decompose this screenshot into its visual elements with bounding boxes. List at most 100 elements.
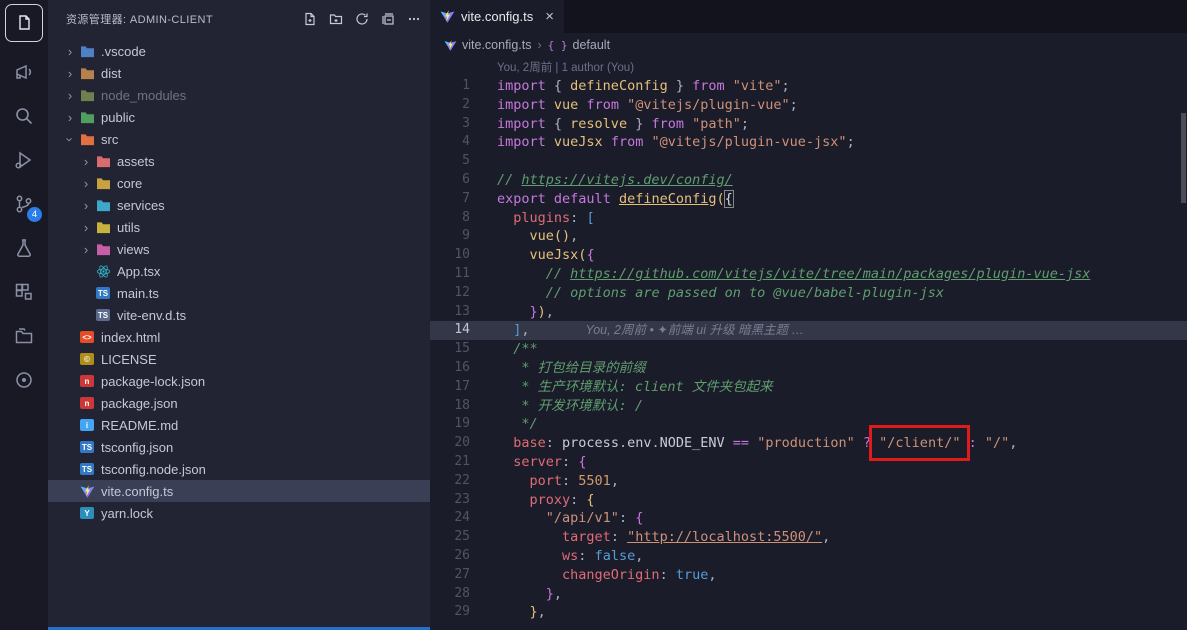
tree-item-vite.config.ts[interactable]: vite.config.ts — [48, 480, 430, 502]
code-line-17[interactable]: 17 * 生产环境默认: client 文件夹包起来 — [430, 378, 1187, 397]
tree-item-views[interactable]: ›views — [48, 238, 430, 260]
gitlens-authors[interactable]: You, 2周前 | 1 author (You) — [430, 59, 1187, 77]
code-line-18[interactable]: 18 * 开发环境默认: / — [430, 397, 1187, 416]
line-content: }), — [497, 303, 554, 322]
collapse-all-icon[interactable] — [380, 11, 396, 27]
new-file-icon[interactable] — [302, 11, 318, 27]
tree-item-services[interactable]: ›services — [48, 194, 430, 216]
tree-item-core[interactable]: ›core — [48, 172, 430, 194]
tree-item-label: vite.config.ts — [101, 484, 173, 499]
tree-item-index.html[interactable]: <>index.html — [48, 326, 430, 348]
code-line-27[interactable]: 27 changeOrigin: true, — [430, 566, 1187, 585]
code-line-14[interactable]: 14 ],You, 2周前 • ✦前端 ui 升级 暗黑主题 … — [430, 321, 1187, 340]
tab-vite-config[interactable]: vite.config.ts × — [430, 0, 564, 33]
tree-item-src[interactable]: ›src — [48, 128, 430, 150]
tab-bar: vite.config.ts × — [430, 0, 1187, 33]
testing-icon[interactable] — [4, 226, 44, 270]
chevron-icon[interactable]: › — [62, 44, 78, 59]
source-control-icon[interactable]: 4 — [4, 182, 44, 226]
code-line-16[interactable]: 16 * 打包给目录的前缀 — [430, 359, 1187, 378]
tree-item-yarn.lock[interactable]: Yyarn.lock — [48, 502, 430, 524]
code-line-13[interactable]: 13 }), — [430, 303, 1187, 322]
extensions-icon[interactable] — [4, 270, 44, 314]
line-number: 5 — [430, 152, 470, 171]
code-line-4[interactable]: 4import vueJsx from "@vitejs/plugin-vue-… — [430, 133, 1187, 152]
chevron-icon[interactable]: › — [78, 242, 94, 257]
line-content: * 生产环境默认: client 文件夹包起来 — [497, 378, 773, 397]
code-line-19[interactable]: 19 */ — [430, 415, 1187, 434]
line-content: target: "http://localhost:5500/", — [497, 528, 830, 547]
tree-item-tsconfig.json[interactable]: TStsconfig.json — [48, 436, 430, 458]
symbol-object-icon: { } — [548, 39, 568, 52]
code-line-10[interactable]: 10 vueJsx({ — [430, 246, 1187, 265]
tree-item-package-lock.json[interactable]: npackage-lock.json — [48, 370, 430, 392]
live-server-icon[interactable] — [4, 358, 44, 402]
announcement-icon[interactable] — [4, 50, 44, 94]
tree-item-node-modules[interactable]: ›node_modules — [48, 84, 430, 106]
chevron-icon[interactable]: › — [63, 131, 78, 147]
tree-item-utils[interactable]: ›utils — [48, 216, 430, 238]
refresh-icon[interactable] — [354, 11, 370, 27]
chevron-icon[interactable]: › — [78, 220, 94, 235]
breadcrumb-symbol[interactable]: { } default — [548, 38, 610, 52]
tree-item-tsconfig.node.json[interactable]: TStsconfig.node.json — [48, 458, 430, 480]
chevron-right-icon: › — [537, 38, 541, 52]
file-type-icon: TS — [78, 461, 96, 477]
search-icon[interactable] — [4, 94, 44, 138]
chevron-icon[interactable]: › — [78, 176, 94, 191]
code-line-28[interactable]: 28 }, — [430, 585, 1187, 604]
tree-item-package.json[interactable]: npackage.json — [48, 392, 430, 414]
explorer-icon[interactable] — [5, 4, 43, 42]
tree-item-public[interactable]: ›public — [48, 106, 430, 128]
code-line-12[interactable]: 12 // options are passed on to @vue/babe… — [430, 284, 1187, 303]
code-line-3[interactable]: 3import { resolve } from "path"; — [430, 115, 1187, 134]
code-line-6[interactable]: 6// https://vitejs.dev/config/ — [430, 171, 1187, 190]
code-line-5[interactable]: 5 — [430, 152, 1187, 171]
vite-file-icon — [444, 39, 457, 52]
code-line-24[interactable]: 24 "/api/v1": { — [430, 509, 1187, 528]
tree-item-vite-env.d.ts[interactable]: TSvite-env.d.ts — [48, 304, 430, 326]
code-line-25[interactable]: 25 target: "http://localhost:5500/", — [430, 528, 1187, 547]
scm-badge: 4 — [27, 207, 42, 222]
breadcrumb-file[interactable]: vite.config.ts — [444, 38, 531, 52]
chevron-icon[interactable]: › — [62, 110, 78, 125]
line-content: import vueJsx from "@vitejs/plugin-vue-j… — [497, 133, 855, 152]
chevron-icon[interactable]: › — [62, 88, 78, 103]
tree-item-label: package-lock.json — [101, 374, 205, 389]
tree-item-main.ts[interactable]: TSmain.ts — [48, 282, 430, 304]
run-debug-icon[interactable] — [4, 138, 44, 182]
code-line-29[interactable]: 29 }, — [430, 603, 1187, 622]
tree-item-assets[interactable]: ›assets — [48, 150, 430, 172]
editor-scrollbar[interactable] — [1181, 113, 1186, 203]
chevron-icon[interactable]: › — [78, 154, 94, 169]
tree-item-LICENSE[interactable]: ©LICENSE — [48, 348, 430, 370]
line-content: }, — [497, 603, 546, 622]
code-line-22[interactable]: 22 port: 5501, — [430, 472, 1187, 491]
breadcrumb: vite.config.ts › { } default — [430, 33, 1187, 57]
tree-item-label: README.md — [101, 418, 178, 433]
code-line-21[interactable]: 21 server: { — [430, 453, 1187, 472]
chevron-icon[interactable]: › — [78, 198, 94, 213]
code-line-20[interactable]: 20 base: process.env.NODE_ENV == "produc… — [430, 434, 1187, 453]
tree-item-README.md[interactable]: i README.md — [48, 414, 430, 436]
code-line-2[interactable]: 2import vue from "@vitejs/plugin-vue"; — [430, 96, 1187, 115]
code-line-9[interactable]: 9 vue(), — [430, 227, 1187, 246]
code-line-11[interactable]: 11 // https://github.com/vitejs/vite/tre… — [430, 265, 1187, 284]
close-icon[interactable]: × — [545, 9, 554, 24]
project-manager-icon[interactable] — [4, 314, 44, 358]
new-folder-icon[interactable] — [328, 11, 344, 27]
tree-item-App.tsx[interactable]: App.tsx — [48, 260, 430, 282]
chevron-icon[interactable]: › — [62, 66, 78, 81]
code-line-1[interactable]: 1import { defineConfig } from "vite"; — [430, 77, 1187, 96]
tree-item-.vscode[interactable]: ›.vscode — [48, 40, 430, 62]
tree-item-dist[interactable]: ›dist — [48, 62, 430, 84]
code-line-7[interactable]: 7export default defineConfig({ — [430, 190, 1187, 209]
code-line-15[interactable]: 15 /** — [430, 340, 1187, 359]
line-content: export default defineConfig({ — [497, 190, 733, 209]
code-line-26[interactable]: 26 ws: false, — [430, 547, 1187, 566]
code-area[interactable]: You, 2周前 | 1 author (You) 1import { defi… — [430, 57, 1187, 630]
more-actions-icon[interactable] — [406, 11, 422, 27]
code-line-23[interactable]: 23 proxy: { — [430, 491, 1187, 510]
file-type-icon: i — [78, 417, 96, 433]
code-line-8[interactable]: 8 plugins: [ — [430, 209, 1187, 228]
